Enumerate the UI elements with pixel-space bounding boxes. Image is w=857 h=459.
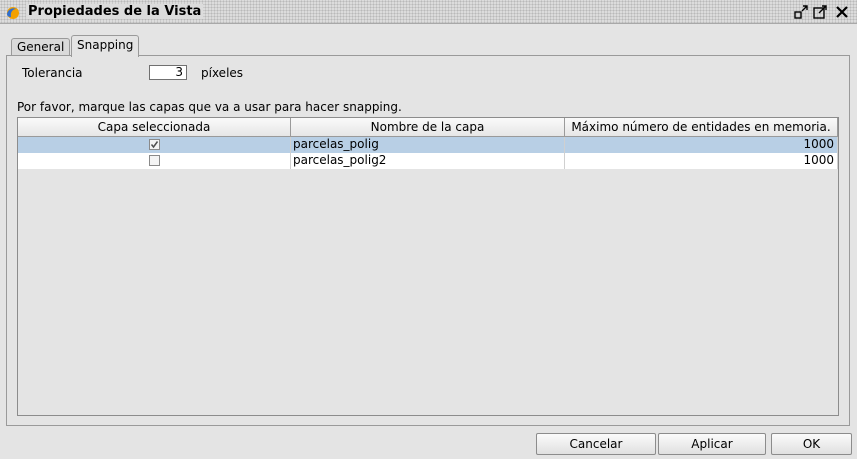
column-header-selected[interactable]: Capa seleccionada [18,118,291,137]
gvsig-sun-icon [7,7,19,19]
layers-table[interactable]: Capa seleccionada Nombre de la capa Máxi… [17,117,839,416]
table-header: Capa seleccionada Nombre de la capa Máxi… [18,118,838,137]
tab-strip: General Snapping [0,34,857,57]
column-header-name[interactable]: Nombre de la capa [291,118,565,137]
column-header-max[interactable]: Máximo número de entidades en memoria. [565,118,838,137]
tolerance-unit: píxeles [201,66,244,80]
tab-snapping[interactable]: Snapping [71,35,140,57]
max-entities-cell[interactable]: 1000 [565,137,838,153]
check-icon [150,141,158,149]
restore-icon[interactable] [793,4,809,20]
cancel-button[interactable]: Cancelar [536,433,656,455]
row-select-cell[interactable] [18,137,291,153]
window-title: Propiedades de la Vista [26,4,204,19]
title-bar[interactable]: Propiedades de la Vista [0,0,857,24]
table-row[interactable]: parcelas_polig2 1000 [18,153,838,169]
layer-checkbox[interactable] [148,155,160,166]
layer-name-cell[interactable]: parcelas_polig [291,137,565,153]
apply-button[interactable]: Aplicar [658,433,766,455]
layer-name-cell[interactable]: parcelas_polig2 [291,153,565,169]
tolerance-label: Tolerancia [22,66,83,80]
layer-checkbox[interactable] [148,139,160,150]
tolerance-input[interactable]: 3 [149,65,187,80]
tab-general[interactable]: General [11,38,71,56]
close-icon[interactable] [834,4,850,20]
table-row[interactable]: parcelas_polig 1000 [18,137,838,153]
ok-button[interactable]: OK [771,433,852,455]
maximize-icon[interactable] [812,4,828,20]
instruction-text: Por favor, marque las capas que va a usa… [17,100,402,114]
row-select-cell[interactable] [18,153,291,169]
max-entities-cell[interactable]: 1000 [565,153,838,169]
